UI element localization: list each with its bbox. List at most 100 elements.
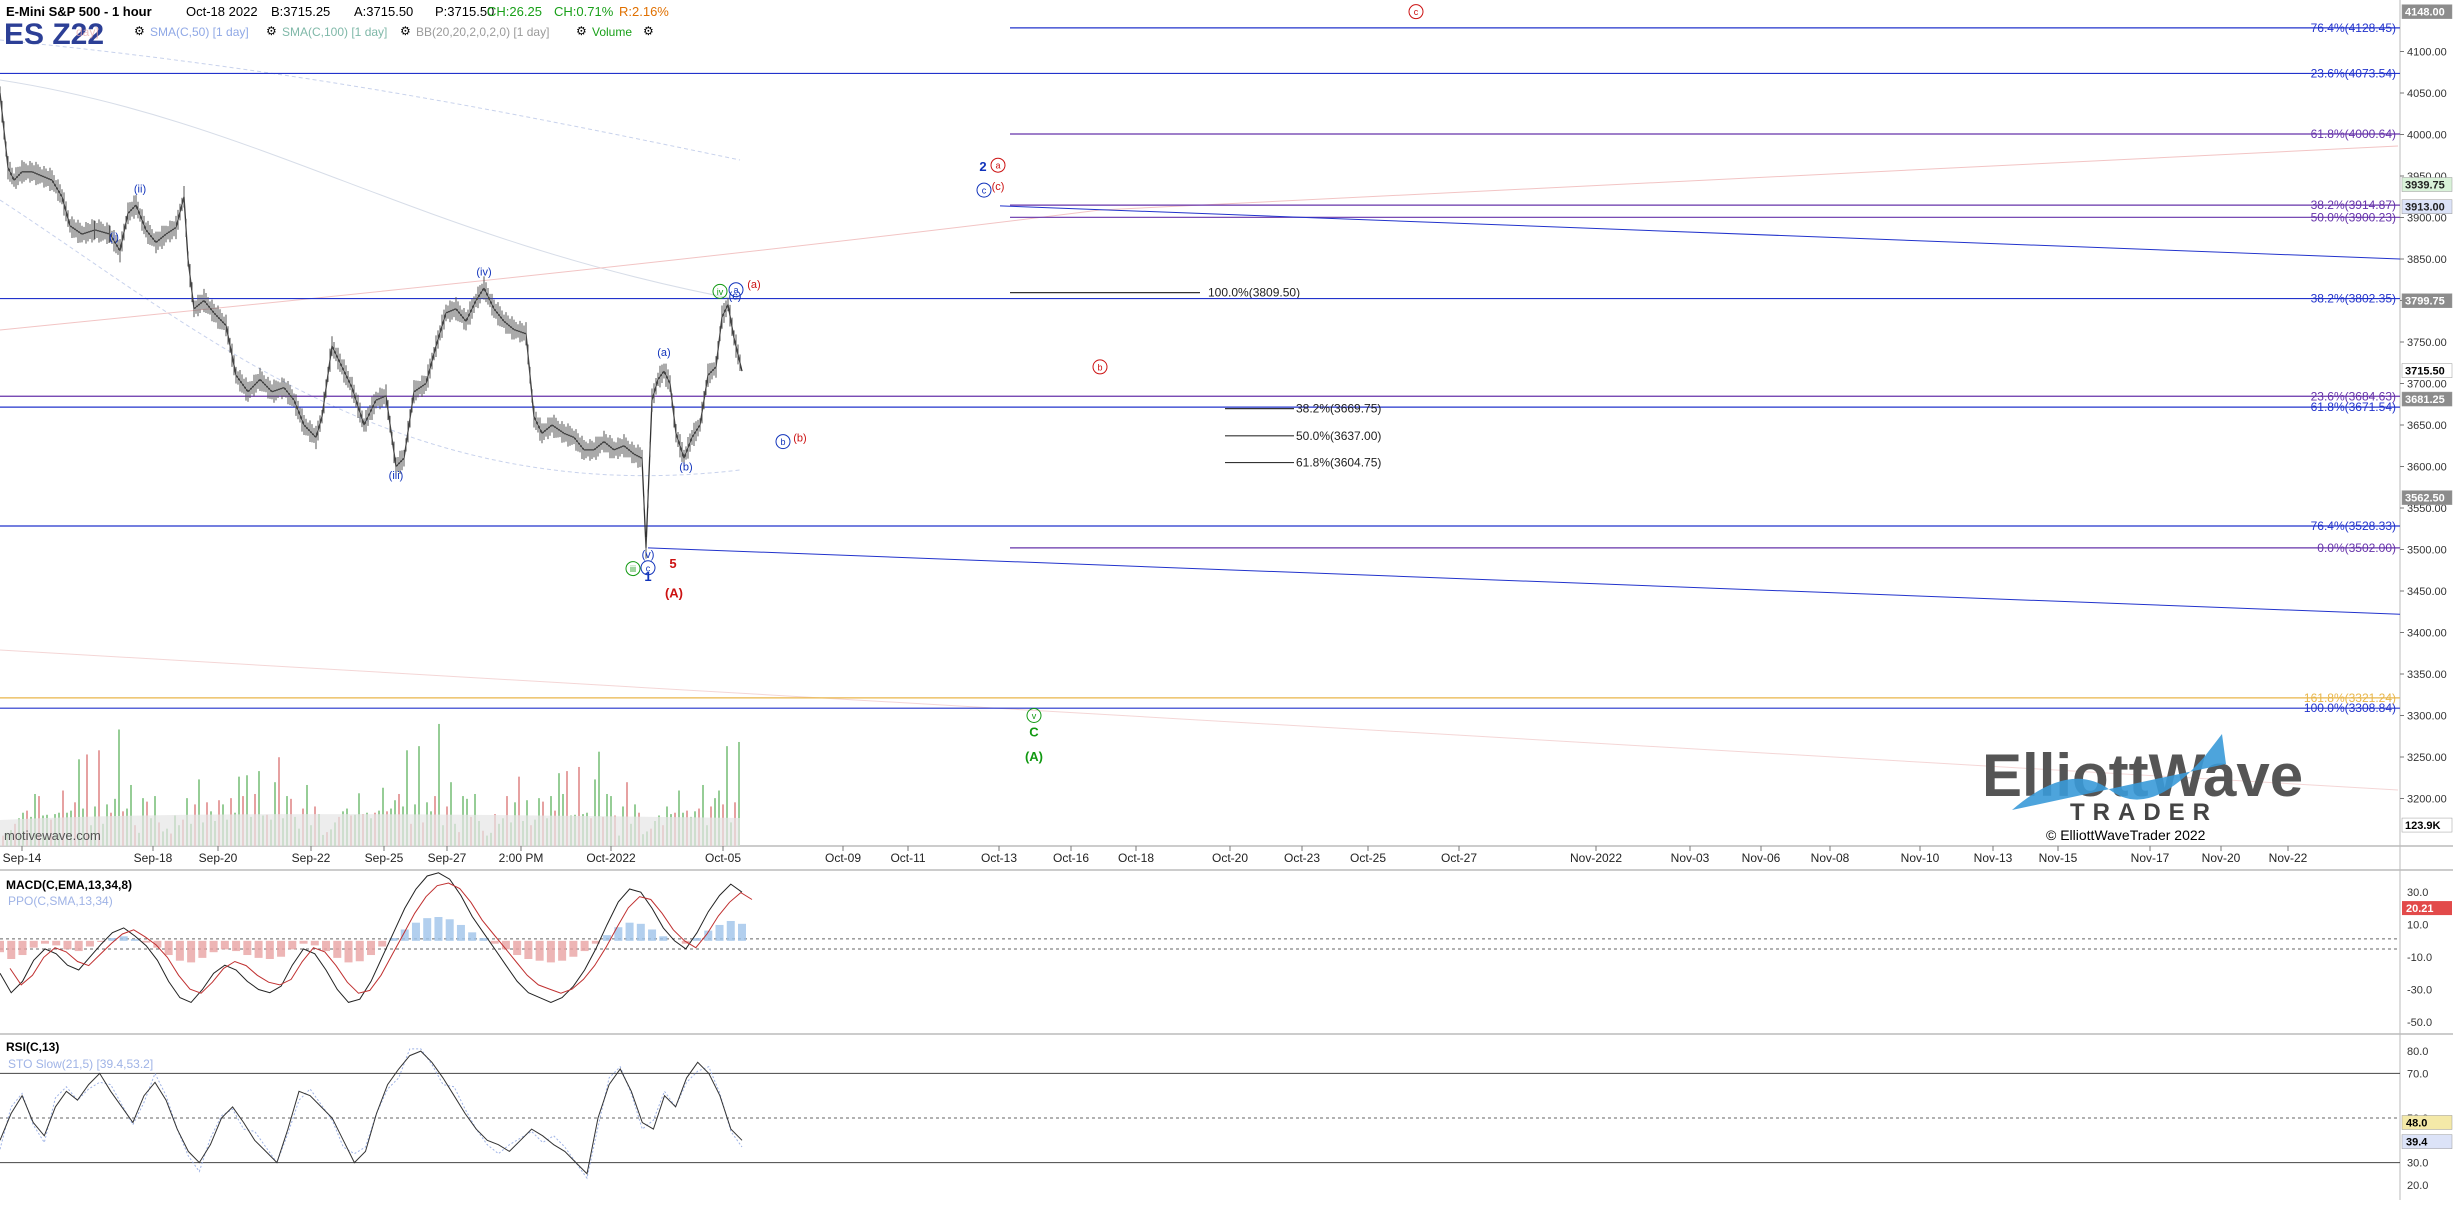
macd-histogram-bar [119,936,128,941]
y-tick-label: 3900.00 [2407,213,2447,225]
y-tick-label: 3450.00 [2407,586,2447,598]
gear-icon[interactable]: ⚙ [266,24,277,38]
macd-histogram-bar [209,940,218,953]
macd-histogram-bar [74,940,83,952]
x-tick-label: Oct-2022 [586,851,636,865]
logo-line2: TRADER [2070,799,2218,826]
rsi-tag: 39.4 [2406,1137,2428,1149]
macd-histogram-bar [198,940,207,958]
macd-histogram-bar [333,940,342,958]
volume-average [0,814,740,846]
x-tick-label: Oct-23 [1284,851,1320,865]
y-tick-label: 3600.00 [2407,462,2447,474]
macd-histogram-bar [378,940,387,947]
price-tag: 3939.75 [2405,180,2445,192]
indicator-sma50-label[interactable]: SMA(C,50) [1 day] [150,25,249,39]
x-tick-label: Sep-20 [199,851,238,865]
header-change: CH:26.25 [487,4,542,19]
macd-histogram-bar [277,940,286,957]
wave-label: C [1029,724,1039,739]
chart-canvas[interactable]: 76.4%(4128.45) 23.6%(4073.54) 61.8%(4000.6… [0,0,2453,1200]
macd-histogram-bar [265,940,274,959]
macd-title: MACD(C,EMA,13,34,8) [6,878,132,892]
gear-icon[interactable]: ⚙ [576,24,587,38]
x-tick-label: Nov-03 [1671,851,1710,865]
header-change-pct: CH:0.71% [554,4,614,19]
macd-histogram-bar [7,940,16,959]
fib-level-label: 61.8%(4000.64) [2311,127,2396,141]
gear-icon[interactable]: ⚙ [134,24,145,38]
fib-level-label: 23.6%(4073.54) [2311,66,2396,80]
macd-histogram-bar [479,938,488,941]
rsi-tick-label: 70.0 [2407,1068,2428,1080]
header-ask: A:3715.50 [354,4,413,19]
rsi-tick-label: 20.0 [2407,1180,2428,1192]
wave-label: a [733,285,738,295]
y-tick-label: 4100.00 [2407,47,2447,59]
macd-histogram-bar [535,940,544,961]
wave-label: v [1032,711,1037,721]
macd-histogram-bar [411,922,420,941]
macd-histogram-bar [580,940,589,952]
x-tick-label: Sep-22 [292,851,331,865]
macd-histogram-bar [288,940,297,950]
wave-label: (v) [642,549,655,561]
indicator-sma100-label[interactable]: SMA(C,100) [1 day] [282,25,387,39]
gear-icon[interactable]: ⚙ [643,24,654,38]
x-tick-label: Oct-11 [890,851,925,865]
header-range: R:2.16% [619,4,669,19]
fib-level-label: 100.0%(3308.84) [2304,701,2396,715]
y-tick-label: 3500.00 [2407,545,2447,557]
macd-histogram-bar [625,922,634,941]
macd-tick-label: 30.0 [2407,887,2428,899]
wave-label: (iii) [389,470,404,482]
macd-histogram-bar [299,940,308,944]
macd-histogram-bar [546,940,555,963]
macd-histogram-bar [367,940,375,956]
gear-icon[interactable]: ⚙ [400,24,411,38]
x-tick-label: Oct-05 [705,851,741,865]
y-tick-label: 3700.00 [2407,379,2447,391]
macd-histogram-bar [142,940,151,943]
x-tick-label: Sep-27 [428,851,467,865]
wave-label: (A) [665,586,683,601]
macd-histogram-bar [445,919,454,941]
x-tick-label: 2:00 PM [499,851,544,865]
y-tick-label: 3350.00 [2407,669,2447,681]
fib-level-label: 38.2%(3669.75) [1296,402,1381,416]
wave-label: (A) [1025,749,1043,764]
x-tick-label: Sep-25 [365,851,404,865]
price-tag: 4148.00 [2405,7,2445,19]
indicator-bb-label[interactable]: BB(20,20,2,0,2,0) [1 day] [416,25,549,39]
price-tag: 3681.25 [2405,394,2445,406]
fib-level-label: 61.8%(3604.75) [1296,456,1381,470]
x-tick-label: Nov-13 [1974,851,2013,865]
macd-histogram-bar [85,940,94,947]
indicator-volume-label[interactable]: Volume [592,25,632,39]
wave-label: (b) [679,462,692,474]
rsi-tick-label: 80.0 [2407,1046,2428,1058]
macd-histogram-bar [29,940,38,948]
x-tick-label: Oct-27 [1441,851,1477,865]
wave-label: a [995,161,1000,171]
macd-histogram-bar [130,939,139,941]
macd-histogram-bar [322,940,331,952]
header-date: Oct-18 2022 [186,4,258,19]
y-tick-label: 4000.00 [2407,130,2447,142]
wave-label: c [982,186,987,196]
rsi-tag: 48.0 [2406,1117,2427,1129]
macd-histogram-bar [524,940,533,959]
macd-histogram-bar [243,940,252,956]
macd-tick-label: -10.0 [2407,952,2432,964]
wave-label: b [1097,362,1102,372]
x-tick-label: Oct-18 [1118,851,1154,865]
wave-label: 5 [669,556,676,571]
header-bid: B:3715.25 [271,4,330,19]
y-tick-label: 3200.00 [2407,794,2447,806]
x-tick-label: Nov-10 [1901,851,1940,865]
macd-histogram-bar [569,940,578,957]
faded-indicator-label: day] [76,25,99,39]
y-tick-label: 3400.00 [2407,628,2447,640]
logo-copyright: © ElliottWaveTrader 2022 [2046,827,2206,843]
wave-label: 2 [979,159,986,174]
